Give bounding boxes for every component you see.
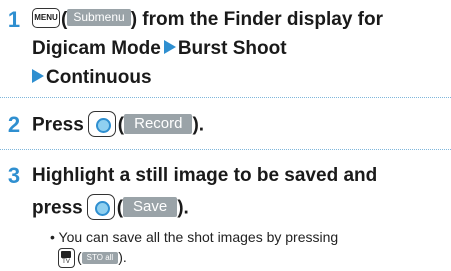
store-all-softkey: STO all [81,252,119,265]
save-softkey: Save [123,196,178,217]
arrow-icon [163,40,176,55]
record-softkey: Record [124,113,193,134]
center-key-icon [87,111,116,137]
arrow-icon [32,69,44,84]
step-number: 2 [7,112,21,137]
submenu-softkey: Submenu [67,9,131,27]
step-2-line: Press(Record). [32,111,204,140]
note-text: • You can save all the shot images by pr… [50,229,339,245]
step-1-line-1: MENU(Submenu) from the Finder display fo… [32,6,383,34]
camera-key-icon: TV [58,248,75,269]
menu-key-icon: MENU [32,7,60,28]
divider [0,97,451,98]
step-1-line-3: Continuous [32,64,152,92]
step-3-line-1: Highlight a still image to be saved and [32,165,378,186]
step-3-line-2: press(Save). [32,194,189,223]
step-1-line-2: Digicam Mode Burst Shoot [32,38,287,59]
note-line-2: TV(STO all). [58,248,127,269]
center-key-icon [86,194,115,220]
step-number: 3 [7,163,21,188]
step-number: 1 [7,7,21,32]
divider [0,149,451,150]
